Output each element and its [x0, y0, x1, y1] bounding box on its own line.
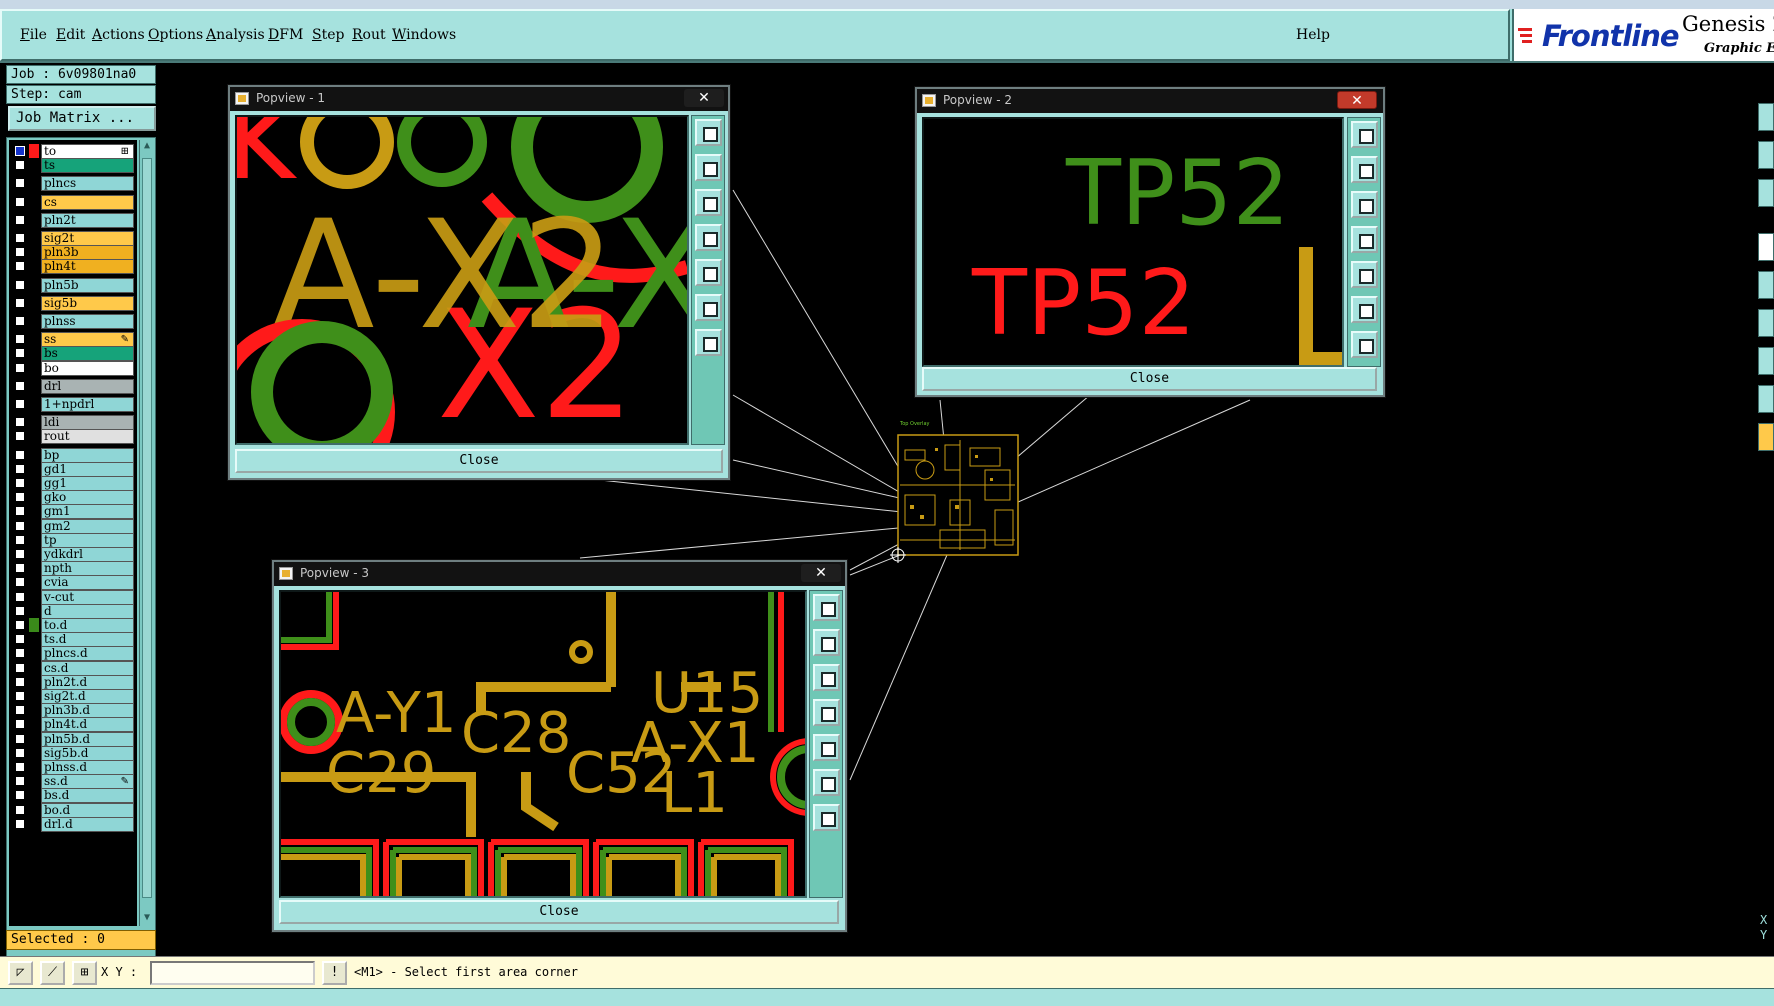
- popview-2-titlebar[interactable]: Popview - 2 ✕: [917, 89, 1383, 113]
- popview-1-toolbar: [691, 115, 725, 445]
- popview-1-titlebar[interactable]: Popview - 1 ✕: [230, 87, 728, 111]
- window-icon: [235, 92, 249, 105]
- svg-text:A-Y1: A-Y1: [336, 681, 456, 746]
- alert-button[interactable]: !: [322, 961, 347, 985]
- popview-2-close-button[interactable]: Close: [922, 367, 1377, 391]
- svg-text:Top Overlay: Top Overlay: [899, 421, 930, 427]
- popview-1-window[interactable]: Popview - 1 ✕ K X2 A-X2 A-X2 Close: [228, 85, 730, 480]
- pan-down-icon[interactable]: [695, 189, 722, 216]
- tool-button[interactable]: [1758, 103, 1774, 131]
- pan-up-icon[interactable]: [813, 629, 840, 656]
- status-bar: ◸ ⟋ ⊞ X Y : ! <M1> - Select first area c…: [0, 956, 1774, 988]
- bottom-strip: [0, 988, 1774, 1006]
- pan-down-icon[interactable]: [813, 664, 840, 691]
- svg-text:TP52: TP52: [971, 251, 1196, 356]
- zoom-fit-icon[interactable]: [695, 119, 722, 146]
- popview-2-window[interactable]: Popview - 2 ✕ TP52 TP52 Close: [915, 87, 1385, 397]
- right-toolbar-stub: X Y: [1756, 63, 1774, 956]
- coord-y-label: Y: [1760, 928, 1768, 942]
- zoom-in-icon[interactable]: [1351, 296, 1378, 323]
- xy-label: X Y :: [101, 965, 138, 979]
- pan-up-icon[interactable]: [1351, 156, 1378, 183]
- measure-icon[interactable]: ⟋: [40, 961, 65, 985]
- svg-text:C28: C28: [461, 701, 571, 766]
- tool-button[interactable]: [1758, 423, 1774, 451]
- tool-button[interactable]: [1758, 347, 1774, 375]
- zoom-out-icon[interactable]: [813, 804, 840, 831]
- zoom-in-icon[interactable]: [695, 294, 722, 321]
- tool-button[interactable]: [1758, 233, 1774, 261]
- zoom-fit-icon[interactable]: [1351, 121, 1378, 148]
- xy-input[interactable]: [150, 961, 315, 985]
- prompt-text: <M1> - Select first area corner: [354, 965, 578, 979]
- pan-down-icon[interactable]: [1351, 191, 1378, 218]
- board-thumbnail: Top Overlay: [890, 421, 1019, 563]
- popview-1-title: Popview - 1: [256, 91, 325, 105]
- close-icon[interactable]: ✕: [801, 564, 841, 582]
- popview-2-toolbar: [1347, 117, 1381, 367]
- pan-up-icon[interactable]: [695, 154, 722, 181]
- snap-icon[interactable]: ◸: [8, 961, 33, 985]
- tool-button[interactable]: [1758, 179, 1774, 207]
- zoom-out-icon[interactable]: [1351, 331, 1378, 358]
- popview-3-close-button[interactable]: Close: [279, 900, 839, 924]
- pan-right-icon[interactable]: [1351, 261, 1378, 288]
- popview-2-canvas[interactable]: TP52 TP52: [922, 117, 1344, 367]
- tool-button[interactable]: [1758, 271, 1774, 299]
- popview-3-canvas[interactable]: A-Y1 C28 C29 C52 U15 A-X1 L1: [279, 590, 807, 898]
- coord-x-label: X: [1760, 913, 1768, 927]
- pan-left-icon[interactable]: [1351, 226, 1378, 253]
- window-icon: [279, 567, 293, 580]
- close-icon[interactable]: ✕: [684, 89, 724, 107]
- popview-3-toolbar: [809, 590, 843, 898]
- grid-icon[interactable]: ⊞: [72, 961, 97, 985]
- zoom-fit-icon[interactable]: [813, 594, 840, 621]
- pan-left-icon[interactable]: [695, 224, 722, 251]
- popview-2-title: Popview - 2: [943, 93, 1012, 107]
- zoom-in-icon[interactable]: [813, 769, 840, 796]
- tool-button[interactable]: [1758, 141, 1774, 169]
- window-icon: [922, 94, 936, 107]
- tool-button[interactable]: [1758, 309, 1774, 337]
- pan-right-icon[interactable]: [695, 259, 722, 286]
- zoom-out-icon[interactable]: [695, 329, 722, 356]
- pan-left-icon[interactable]: [813, 699, 840, 726]
- popview-3-titlebar[interactable]: Popview - 3 ✕: [274, 562, 845, 586]
- close-icon[interactable]: ✕: [1337, 91, 1377, 109]
- popview-1-canvas[interactable]: K X2 A-X2 A-X2: [235, 115, 689, 445]
- tool-button[interactable]: [1758, 385, 1774, 413]
- svg-text:C29: C29: [326, 741, 436, 806]
- popview-3-title: Popview - 3: [300, 566, 369, 580]
- popview-1-close-button[interactable]: Close: [235, 449, 723, 473]
- popview-3-window[interactable]: Popview - 3 ✕ A-Y1 C28 C29 C52 U15 A-X1 …: [272, 560, 847, 932]
- pan-right-icon[interactable]: [813, 734, 840, 761]
- svg-text:TP52: TP52: [1065, 141, 1290, 246]
- svg-text:L1: L1: [661, 761, 728, 826]
